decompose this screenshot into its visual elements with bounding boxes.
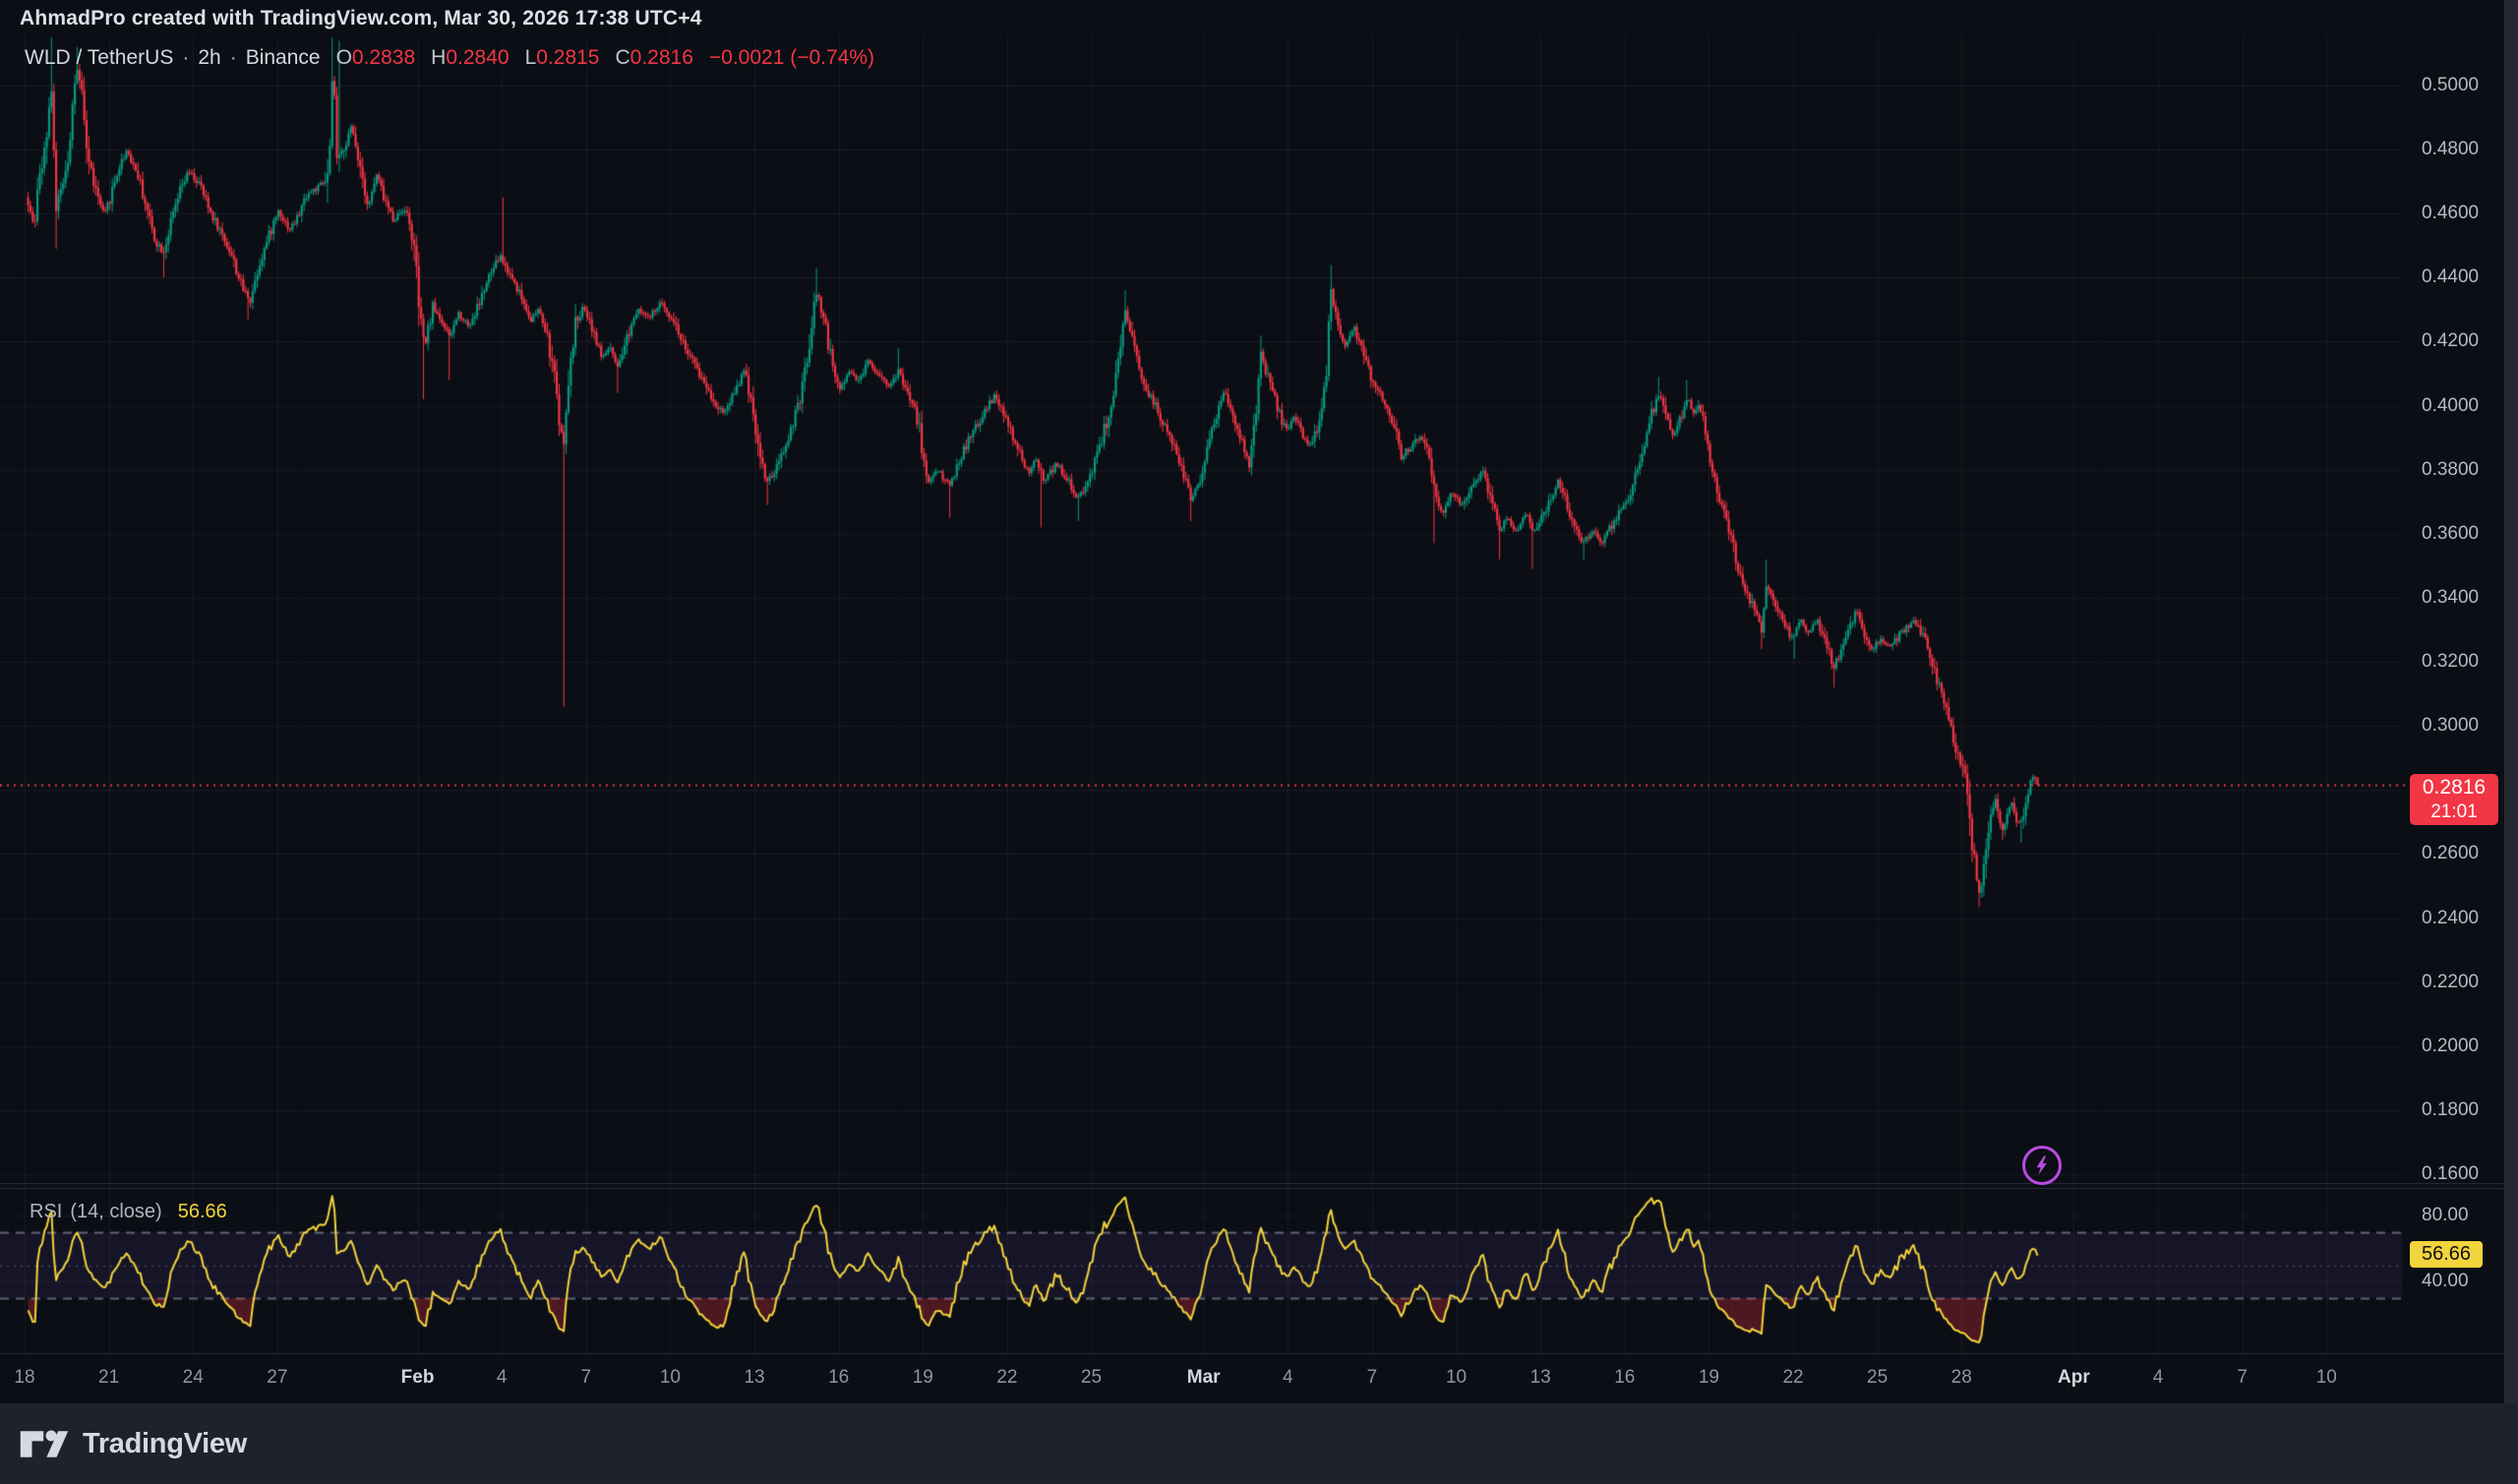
symbol-info-bar[interactable]: WLD / TetherUS · 2h · Binance O0.2838 H0… bbox=[25, 46, 874, 70]
time-tick-label: 16 bbox=[805, 1366, 873, 1390]
price-tick-label: 0.5000 bbox=[2422, 75, 2515, 96]
rsi-axis-value: 56.66 bbox=[2422, 1243, 2471, 1265]
time-tick-label: 4 bbox=[1253, 1366, 1322, 1390]
time-tick-label: 4 bbox=[467, 1366, 536, 1390]
time-tick-label: 21 bbox=[75, 1366, 144, 1390]
time-tick-label: 28 bbox=[1927, 1366, 1996, 1390]
time-tick-label: 16 bbox=[1590, 1366, 1659, 1390]
separator-dot: · bbox=[182, 46, 189, 70]
high-value: 0.2840 bbox=[446, 46, 509, 70]
time-tick-label: 25 bbox=[1057, 1366, 1126, 1390]
price-tick-label: 0.3400 bbox=[2422, 587, 2515, 609]
attribution-header: AhmadPro created with TradingView.com, M… bbox=[20, 7, 702, 30]
price-tick-label: 0.3600 bbox=[2422, 523, 2515, 545]
high-label: H bbox=[431, 46, 446, 70]
price-tick-label: 0.2400 bbox=[2422, 908, 2515, 929]
price-tick-label: 0.3000 bbox=[2422, 715, 2515, 737]
current-price-label: 0.2816 21:01 bbox=[2410, 774, 2498, 825]
interval-label[interactable]: 2h bbox=[198, 46, 220, 70]
price-tick-label: 0.1600 bbox=[2422, 1163, 2515, 1185]
time-tick-label: 19 bbox=[888, 1366, 957, 1390]
price-tick-label: 0.4200 bbox=[2422, 330, 2515, 352]
time-tick-label: Apr bbox=[2039, 1366, 2108, 1390]
price-tick-label: 0.4600 bbox=[2422, 203, 2515, 224]
price-tick-label: 0.4000 bbox=[2422, 395, 2515, 417]
bar-countdown: 21:01 bbox=[2410, 801, 2498, 823]
close-value: 0.2816 bbox=[630, 46, 693, 70]
price-chart-canvas[interactable] bbox=[0, 0, 2518, 1403]
tradingview-footer: TradingView bbox=[0, 1403, 2518, 1484]
price-tick-label: 0.3200 bbox=[2422, 651, 2515, 673]
time-tick-label: 10 bbox=[635, 1366, 704, 1390]
rsi-tick-label: 40.00 bbox=[2422, 1271, 2515, 1292]
open-value: 0.2838 bbox=[352, 46, 415, 70]
price-tick-label: 0.2600 bbox=[2422, 843, 2515, 864]
exchange-label[interactable]: Binance bbox=[246, 46, 321, 70]
time-tick-label: 19 bbox=[1674, 1366, 1743, 1390]
time-tick-label: 25 bbox=[1843, 1366, 1912, 1390]
tradingview-snapshot: AhmadPro created with TradingView.com, M… bbox=[0, 0, 2518, 1484]
tradingview-wordmark[interactable]: TradingView bbox=[83, 1428, 247, 1460]
lightning-icon bbox=[2029, 1153, 2055, 1178]
price-tick-label: 0.2200 bbox=[2422, 972, 2515, 993]
rsi-current-value: 56.66 bbox=[178, 1201, 227, 1223]
time-tick-label: 18 bbox=[0, 1366, 59, 1390]
time-tick-label: 13 bbox=[720, 1366, 789, 1390]
time-tick-label: 7 bbox=[2208, 1366, 2277, 1390]
attribution-text: AhmadPro created with TradingView.com, M… bbox=[20, 7, 702, 30]
price-tick-label: 0.2000 bbox=[2422, 1036, 2515, 1057]
price-tick-label: 0.4800 bbox=[2422, 139, 2515, 160]
price-tick-label: 0.1800 bbox=[2422, 1099, 2515, 1121]
current-price-value: 0.2816 bbox=[2410, 774, 2498, 801]
time-tick-label: Mar bbox=[1169, 1366, 1238, 1390]
right-edge-strip[interactable] bbox=[2504, 0, 2518, 1403]
rsi-value-label: 56.66 bbox=[2410, 1241, 2483, 1268]
close-label: C bbox=[615, 46, 630, 70]
time-tick-label: 7 bbox=[552, 1366, 621, 1390]
time-tick-label: 7 bbox=[1338, 1366, 1407, 1390]
time-tick-label: 24 bbox=[158, 1366, 227, 1390]
open-label: O bbox=[336, 46, 352, 70]
time-tick-label: 27 bbox=[243, 1366, 312, 1390]
time-tick-label: 13 bbox=[1506, 1366, 1575, 1390]
tradingview-logo-icon[interactable] bbox=[20, 1428, 69, 1460]
low-value: 0.2815 bbox=[536, 46, 599, 70]
low-label: L bbox=[525, 46, 537, 70]
rsi-title[interactable]: RSI bbox=[30, 1201, 62, 1223]
time-tick-label: 10 bbox=[2292, 1366, 2361, 1390]
change-value: −0.0021 (−0.74%) bbox=[709, 46, 874, 70]
price-tick-label: 0.3800 bbox=[2422, 459, 2515, 481]
rsi-params: (14, close) bbox=[70, 1201, 161, 1223]
time-tick-label: 22 bbox=[973, 1366, 1042, 1390]
rsi-tick-label: 80.00 bbox=[2422, 1205, 2515, 1226]
time-tick-label: 22 bbox=[1759, 1366, 1828, 1390]
price-tick-label: 0.4400 bbox=[2422, 267, 2515, 288]
symbol-name[interactable]: WLD / TetherUS bbox=[25, 46, 173, 70]
time-tick-label: 10 bbox=[1422, 1366, 1491, 1390]
time-tick-label: 4 bbox=[2124, 1366, 2192, 1390]
rsi-indicator-legend[interactable]: RSI (14, close) 56.66 bbox=[30, 1201, 227, 1223]
lightning-boost-button[interactable] bbox=[2022, 1146, 2062, 1185]
time-tick-label: Feb bbox=[384, 1366, 452, 1390]
separator-dot: · bbox=[230, 46, 237, 70]
